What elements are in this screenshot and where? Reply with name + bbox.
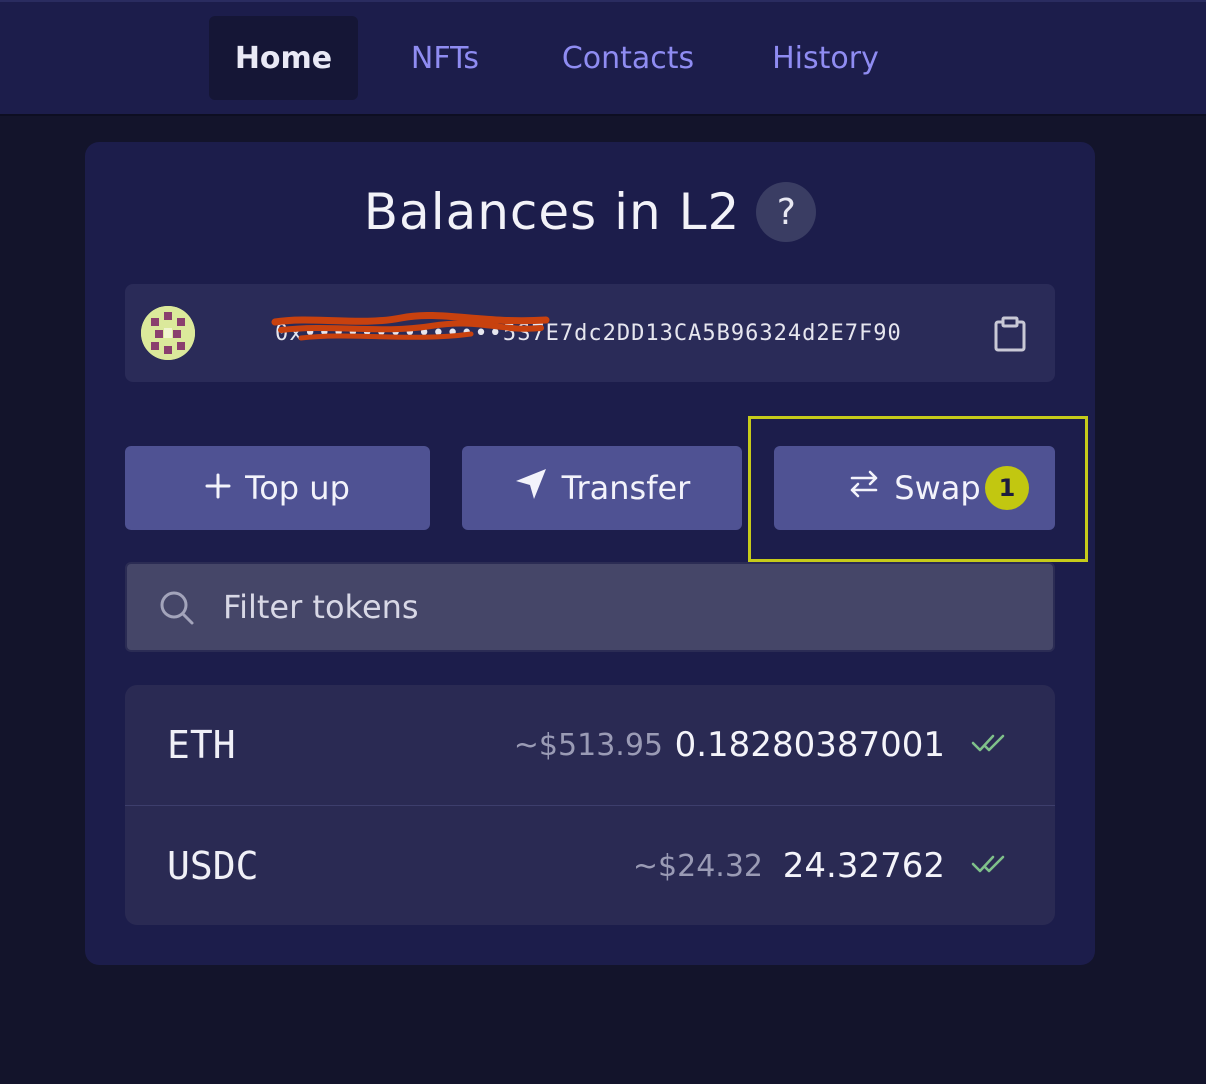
token-row-eth[interactable]: ETH ~$513.95 0.18280387001 xyxy=(125,685,1055,805)
double-check-icon xyxy=(971,852,1007,880)
double-check-icon xyxy=(971,731,1007,759)
top-up-button[interactable]: Top up xyxy=(125,446,430,530)
top-nav: Home NFTs Contacts History xyxy=(0,0,1206,116)
avatar xyxy=(141,306,195,360)
tab-contacts[interactable]: Contacts xyxy=(540,16,716,100)
tab-home[interactable]: Home xyxy=(209,16,358,100)
top-up-label: Top up xyxy=(245,469,350,507)
swap-label: Swap xyxy=(894,469,981,507)
search-input[interactable] xyxy=(223,564,1023,650)
token-amount: 24.32762 xyxy=(782,846,945,886)
balances-card: Balances in L2 ? 0x••••••••••••••5S7E7dc… xyxy=(85,142,1095,965)
plus-icon xyxy=(205,469,231,507)
token-symbol: ETH xyxy=(167,723,236,767)
token-usd-value: ~$24.32 xyxy=(632,848,763,884)
token-amount: 0.18280387001 xyxy=(674,725,945,765)
help-button[interactable]: ? xyxy=(756,182,817,242)
step-badge: 1 xyxy=(985,466,1029,510)
token-row-usdc[interactable]: USDC ~$24.32 24.32762 xyxy=(125,805,1055,925)
token-filter xyxy=(125,562,1055,652)
swap-arrows-icon xyxy=(848,468,880,508)
token-usd-value: ~$513.95 xyxy=(513,727,663,763)
redaction-scribble xyxy=(271,312,550,341)
title-row: Balances in L2 ? xyxy=(85,180,1095,244)
transfer-label: Transfer xyxy=(561,469,691,507)
tab-history[interactable]: History xyxy=(754,16,897,100)
swap-button[interactable]: Swap 1 xyxy=(774,446,1055,530)
send-icon xyxy=(514,467,548,509)
token-list: ETH ~$513.95 0.18280387001 USDC ~$24.32 … xyxy=(125,685,1055,925)
tab-nfts[interactable]: NFTs xyxy=(384,16,506,100)
clipboard-icon[interactable] xyxy=(993,316,1027,356)
token-symbol: USDC xyxy=(167,844,259,888)
transfer-button[interactable]: Transfer xyxy=(462,446,742,530)
question-icon: ? xyxy=(776,191,796,233)
search-icon xyxy=(159,590,195,630)
address-box: 0x••••••••••••••5S7E7dc2DD13CA5B96324d2E… xyxy=(125,284,1055,382)
page-title: Balances in L2 xyxy=(363,183,741,241)
